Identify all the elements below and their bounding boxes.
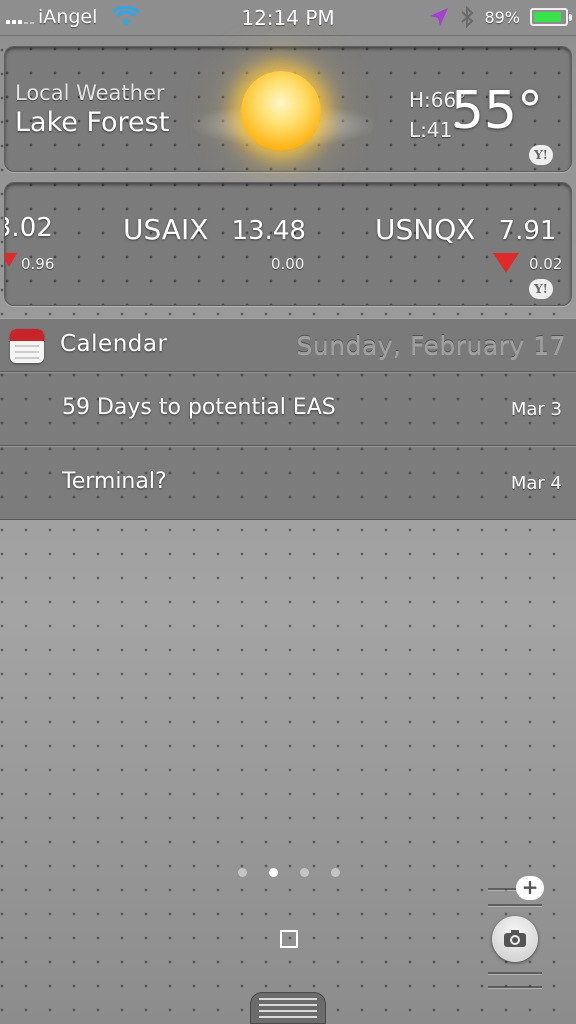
weather-label: Local Weather [15, 81, 165, 105]
divider [488, 986, 542, 988]
stock-change: 0.00 [271, 255, 305, 273]
calendar-icon [10, 329, 44, 363]
divider [488, 972, 542, 974]
stock-change: 0.02 [529, 255, 563, 273]
bluetooth-icon [461, 6, 474, 28]
page-dot[interactable] [331, 868, 340, 877]
stocks-widget[interactable]: 3.02 0.96 USAIX 13.48 0.00 USNQX 7.91 0.… [4, 182, 572, 306]
page-dot[interactable] [238, 868, 247, 877]
page-indicator[interactable] [238, 868, 340, 877]
notification-center-grabber[interactable] [250, 992, 326, 1024]
event-title: Terminal? [62, 469, 167, 494]
square-icon[interactable] [280, 930, 298, 948]
page-dot[interactable] [300, 868, 309, 877]
battery-icon [530, 8, 572, 26]
yahoo-icon[interactable]: Y! [529, 279, 567, 301]
status-bar: iAngel 12:14 PM 89% [0, 0, 576, 36]
down-arrow-icon [5, 253, 17, 267]
calendar-date: Sunday, February 17 [296, 331, 566, 360]
status-right: 89% [428, 6, 572, 28]
weather-city: Lake Forest [15, 107, 170, 138]
stock-price: 13.48 [231, 216, 306, 246]
calendar-event[interactable]: Terminal? Mar 4 [0, 446, 576, 520]
current-temp: 55° [450, 81, 543, 141]
camera-button[interactable] [492, 916, 538, 962]
weather-widget[interactable]: Local Weather Lake Forest H:66° L:41° 55… [4, 46, 572, 172]
camera-icon [504, 930, 526, 947]
page-dot-active[interactable] [269, 868, 278, 877]
location-icon [430, 8, 449, 26]
calendar-header[interactable]: Calendar Sunday, February 17 [0, 318, 576, 372]
stock-item[interactable]: USAIX 13.48 0.00 [123, 213, 306, 273]
sun-with-clouds-icon [189, 65, 379, 165]
calendar-title: Calendar [60, 331, 168, 357]
plus-icon[interactable]: + [516, 876, 544, 900]
calendar-event[interactable]: 59 Days to potential EAS Mar 3 [0, 372, 576, 446]
stock-change: 0.96 [21, 255, 55, 273]
stock-price: 7.91 [498, 216, 557, 246]
stock-price: 3.02 [5, 213, 53, 243]
camera-shortcut: + [486, 874, 544, 994]
battery-percent: 89% [484, 7, 520, 27]
down-arrow-icon [493, 253, 519, 273]
stock-item[interactable]: 3.02 0.96 [5, 213, 54, 273]
event-title: 59 Days to potential EAS [62, 395, 336, 420]
event-date: Mar 4 [510, 473, 562, 494]
stock-symbol: USNQX [375, 213, 476, 246]
divider [488, 904, 542, 906]
yahoo-icon[interactable]: Y! [529, 145, 567, 167]
stock-symbol: USAIX [123, 213, 209, 246]
event-date: Mar 3 [510, 399, 562, 420]
stock-item[interactable]: USNQX 7.91 0.02 [375, 213, 562, 273]
